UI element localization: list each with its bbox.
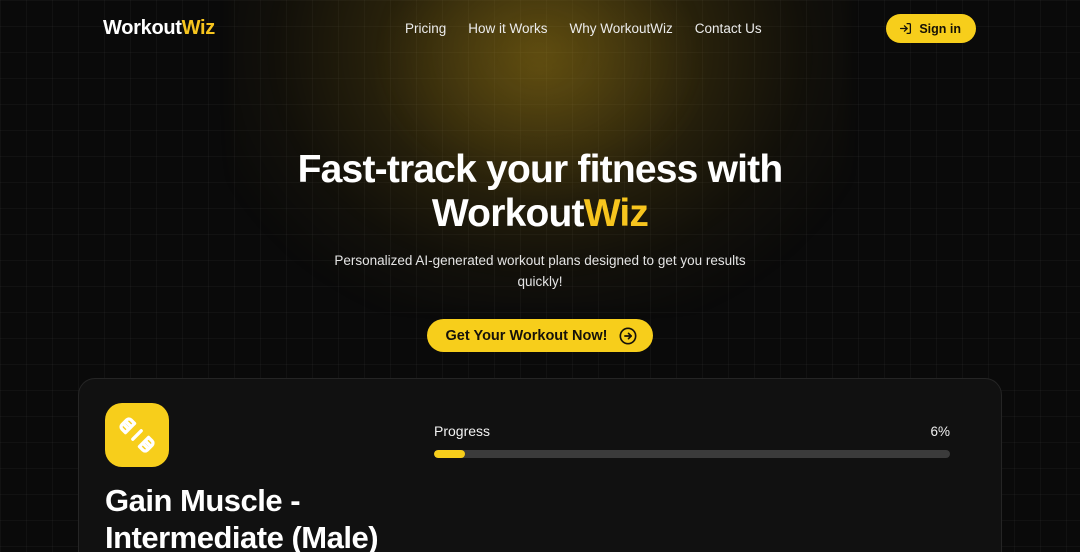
get-your-workout-button[interactable]: Get Your Workout Now! xyxy=(426,319,654,353)
progress-percent-value: 6% xyxy=(930,424,950,439)
plan-card-inner: Progress 6% Gain Muscle - Intermediate (… xyxy=(79,379,1001,552)
page-root: WorkoutWiz Pricing How it Works Why Work… xyxy=(0,0,1080,552)
sign-in-icon xyxy=(899,22,912,35)
hero-section: Fast-track your fitness with WorkoutWiz … xyxy=(0,148,1080,353)
progress-header-row: Progress 6% xyxy=(434,423,950,439)
arrow-right-circle-icon xyxy=(618,326,638,346)
brand-logo-accent: Wiz xyxy=(181,17,216,39)
plan-icon-tile xyxy=(105,403,169,467)
brand-logo[interactable]: WorkoutWiz xyxy=(103,17,215,40)
progress-bar-track xyxy=(434,450,950,458)
hero-title-line2-accent: Wiz xyxy=(583,191,649,235)
plan-card-top-row: Progress 6% xyxy=(105,403,975,467)
nav-links: Pricing How it Works Why WorkoutWiz Cont… xyxy=(405,21,762,36)
nav-link-pricing[interactable]: Pricing xyxy=(405,21,446,36)
progress-label: Progress xyxy=(434,423,491,439)
sign-in-button[interactable]: Sign in xyxy=(886,14,976,43)
dumbbell-icon xyxy=(116,414,158,456)
hero-title: Fast-track your fitness with WorkoutWiz xyxy=(0,148,1080,235)
plan-card-title: Gain Muscle - Intermediate (Male) xyxy=(105,483,379,552)
hero-title-line1: Fast-track your fitness with xyxy=(297,148,784,191)
progress-bar-fill xyxy=(434,450,465,458)
nav-link-contact-us[interactable]: Contact Us xyxy=(695,21,762,36)
nav-link-why-workoutwiz[interactable]: Why WorkoutWiz xyxy=(570,21,673,36)
navbar: WorkoutWiz Pricing How it Works Why Work… xyxy=(0,0,1080,56)
hero-subtitle: Personalized AI-generated workout plans … xyxy=(334,253,746,290)
brand-logo-primary: Workout xyxy=(103,17,182,39)
workout-plan-card[interactable]: Progress 6% Gain Muscle - Intermediate (… xyxy=(78,378,1002,552)
nav-link-how-it-works[interactable]: How it Works xyxy=(468,21,547,36)
cta-label: Get Your Workout Now! xyxy=(445,327,608,344)
hero-title-line2-primary: Workout xyxy=(431,191,585,235)
sign-in-label: Sign in xyxy=(919,21,961,36)
hero-cta-wrapper: Get Your Workout Now! xyxy=(0,319,1080,353)
progress-block: Progress 6% xyxy=(434,403,950,458)
